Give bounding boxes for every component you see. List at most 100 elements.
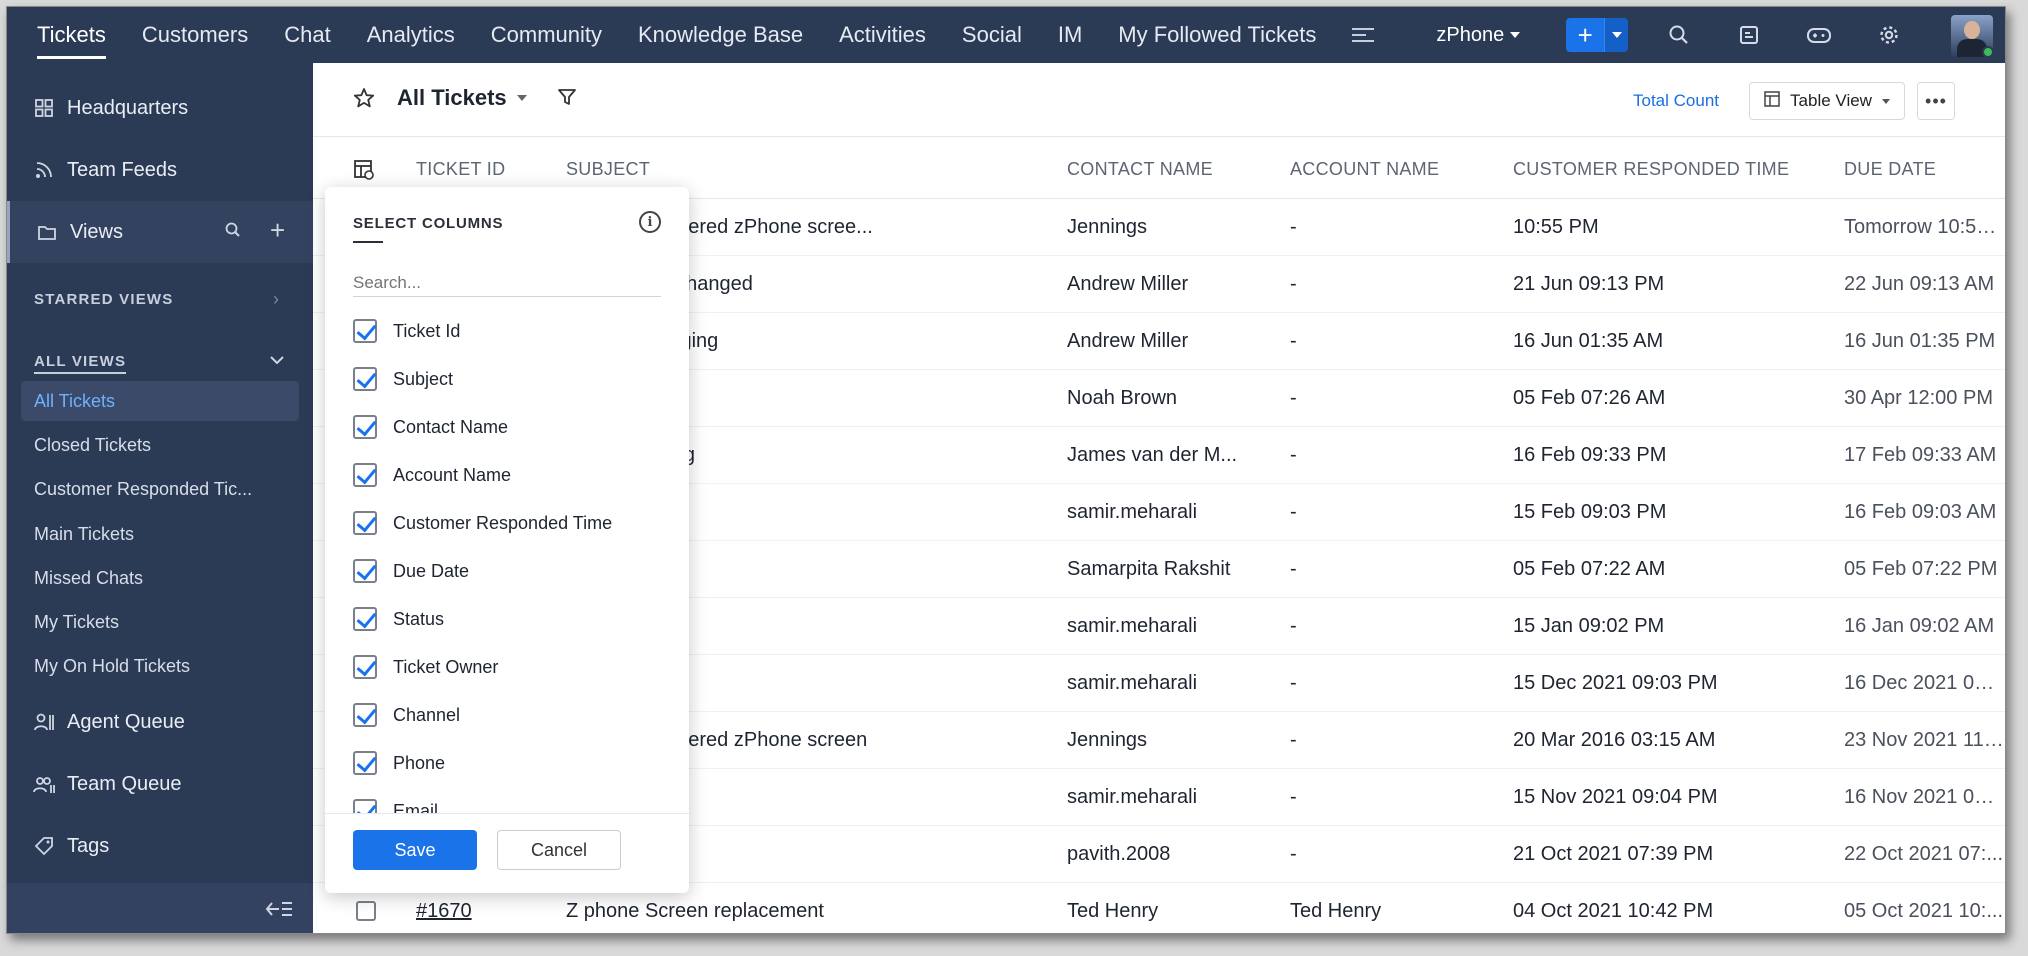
column-option[interactable]: Email: [353, 791, 438, 813]
plus-icon[interactable]: +: [1566, 18, 1605, 52]
save-button[interactable]: Save: [353, 830, 477, 870]
gamepad-icon[interactable]: [1784, 24, 1854, 46]
column-option-label: Email: [393, 800, 439, 814]
column-option-label: Ticket Id: [393, 320, 461, 341]
chevron-right-icon[interactable]: ›: [273, 289, 279, 310]
cell-account: -: [1290, 387, 1297, 409]
cell-subject[interactable]: Z phone Screen replacement: [566, 900, 1036, 923]
info-icon[interactable]: i: [639, 211, 661, 233]
cell-account: -: [1290, 672, 1297, 694]
column-header-subject[interactable]: SUBJECT: [566, 159, 650, 180]
collapse-sidebar-icon[interactable]: [265, 899, 293, 924]
column-option[interactable]: Subject: [353, 359, 453, 399]
tab-analytics[interactable]: Analytics: [349, 7, 473, 63]
cell-account: -: [1290, 615, 1297, 637]
column-option[interactable]: Ticket Id: [353, 311, 460, 351]
tag-icon: [33, 835, 55, 857]
tab-activities[interactable]: Activities: [821, 7, 944, 63]
cell-contact: James van der M...: [1067, 444, 1238, 466]
sidebar-item-headquarters[interactable]: Headquarters: [7, 77, 313, 139]
checkbox-checked-icon[interactable]: [353, 367, 377, 391]
checkbox-checked-icon[interactable]: [353, 415, 377, 439]
menu-icon[interactable]: [1352, 28, 1376, 42]
tab-knowledge-base[interactable]: Knowledge Base: [620, 7, 821, 63]
column-header-account-name[interactable]: ACCOUNT NAME: [1290, 159, 1439, 180]
checkbox-checked-icon[interactable]: [353, 319, 377, 343]
cell-id[interactable]: #1670: [416, 900, 556, 923]
checkbox-checked-icon[interactable]: [353, 799, 377, 813]
column-list[interactable]: Ticket Id Subject Contact Name Account Name…: [325, 303, 689, 813]
column-option[interactable]: Due Date: [353, 551, 469, 591]
view-link-my-tickets[interactable]: My Tickets: [34, 612, 119, 633]
cell-due: 17 Feb 09:33 AM: [1844, 444, 1997, 466]
chevron-down-icon[interactable]: [269, 353, 285, 371]
sidebar-item-team-feeds[interactable]: Team Feeds: [7, 139, 313, 201]
view-link-closed-tickets[interactable]: Closed Tickets: [34, 435, 151, 456]
cell-due: 22 Oct 2021 07:...: [1844, 843, 2003, 865]
cell-contact: Samarpita Rakshit: [1067, 558, 1231, 580]
star-icon[interactable]: [353, 87, 375, 114]
view-link-all-tickets[interactable]: All Tickets: [34, 391, 115, 412]
view-link-customer-responded[interactable]: Customer Responded Tic...: [34, 479, 252, 500]
row-checkbox[interactable]: [356, 901, 376, 921]
notes-icon[interactable]: [1714, 24, 1784, 46]
cell-due: Tomorrow 10:55...: [1844, 216, 2004, 238]
chevron-down-icon[interactable]: [1604, 18, 1629, 52]
gear-icon[interactable]: [1854, 24, 1924, 46]
tab-tickets[interactable]: Tickets: [19, 7, 124, 63]
tab-customers[interactable]: Customers: [124, 7, 266, 63]
column-header-ticket-id[interactable]: TICKET ID: [416, 159, 505, 180]
view-link-my-on-hold-tickets[interactable]: My On Hold Tickets: [34, 656, 190, 677]
user-avatar[interactable]: [1951, 15, 1993, 57]
checkbox-checked-icon[interactable]: [353, 607, 377, 631]
total-count-link[interactable]: Total Count: [1633, 91, 1719, 111]
checkbox-checked-icon[interactable]: [353, 655, 377, 679]
tab-chat[interactable]: Chat: [266, 7, 348, 63]
filter-icon[interactable]: [557, 87, 577, 112]
sidebar: Headquarters Team Feeds Views + STARRED …: [7, 63, 313, 933]
column-option-label: Ticket Owner: [393, 656, 499, 677]
column-settings-icon[interactable]: [353, 159, 375, 186]
column-option[interactable]: Ticket Owner: [353, 647, 498, 687]
more-options-button[interactable]: •••: [1917, 82, 1955, 120]
add-new-button[interactable]: +: [1566, 18, 1629, 52]
checkbox-checked-icon[interactable]: [353, 511, 377, 535]
column-option[interactable]: Contact Name: [353, 407, 508, 447]
column-option[interactable]: Channel: [353, 695, 460, 735]
view-selector[interactable]: All Tickets: [397, 85, 527, 111]
cell-account: -: [1290, 273, 1297, 295]
column-option[interactable]: Account Name: [353, 455, 511, 495]
column-option[interactable]: Status: [353, 599, 444, 639]
sidebar-item-agent-queue[interactable]: Agent Queue: [7, 691, 313, 753]
grid-icon: [33, 97, 55, 119]
search-icon[interactable]: [1644, 24, 1714, 46]
column-option[interactable]: Customer Responded Time: [353, 503, 612, 543]
column-option[interactable]: Phone: [353, 743, 445, 783]
sidebar-item-tags[interactable]: Tags: [7, 815, 313, 877]
sidebar-item-team-queue[interactable]: Team Queue: [7, 753, 313, 815]
tab-community[interactable]: Community: [473, 7, 620, 63]
all-views-heading[interactable]: ALL VIEWS: [34, 353, 127, 374]
sidebar-item-views[interactable]: Views +: [7, 201, 313, 263]
column-header-customer-responded-time[interactable]: CUSTOMER RESPONDED TIME: [1513, 159, 1789, 180]
column-header-due-date[interactable]: DUE DATE: [1844, 159, 1936, 180]
column-search-input[interactable]: [353, 261, 661, 297]
checkbox-checked-icon[interactable]: [353, 751, 377, 775]
table-icon: [1764, 90, 1780, 112]
starred-views-heading[interactable]: STARRED VIEWS: [34, 291, 174, 308]
cancel-button[interactable]: Cancel: [497, 830, 621, 870]
tab-my-followed-tickets[interactable]: My Followed Tickets: [1100, 7, 1334, 63]
tab-social[interactable]: Social: [944, 7, 1040, 63]
add-view-icon[interactable]: +: [270, 215, 285, 246]
cell-account: -: [1290, 216, 1297, 238]
checkbox-checked-icon[interactable]: [353, 703, 377, 727]
search-icon[interactable]: [224, 221, 242, 245]
tab-im[interactable]: IM: [1040, 7, 1100, 63]
table-view-button[interactable]: Table View: [1749, 82, 1905, 120]
view-link-main-tickets[interactable]: Main Tickets: [34, 524, 134, 545]
department-selector[interactable]: zPhone: [1436, 24, 1521, 47]
checkbox-checked-icon[interactable]: [353, 463, 377, 487]
column-header-contact-name[interactable]: CONTACT NAME: [1067, 159, 1213, 180]
view-link-missed-chats[interactable]: Missed Chats: [34, 568, 143, 589]
checkbox-checked-icon[interactable]: [353, 559, 377, 583]
